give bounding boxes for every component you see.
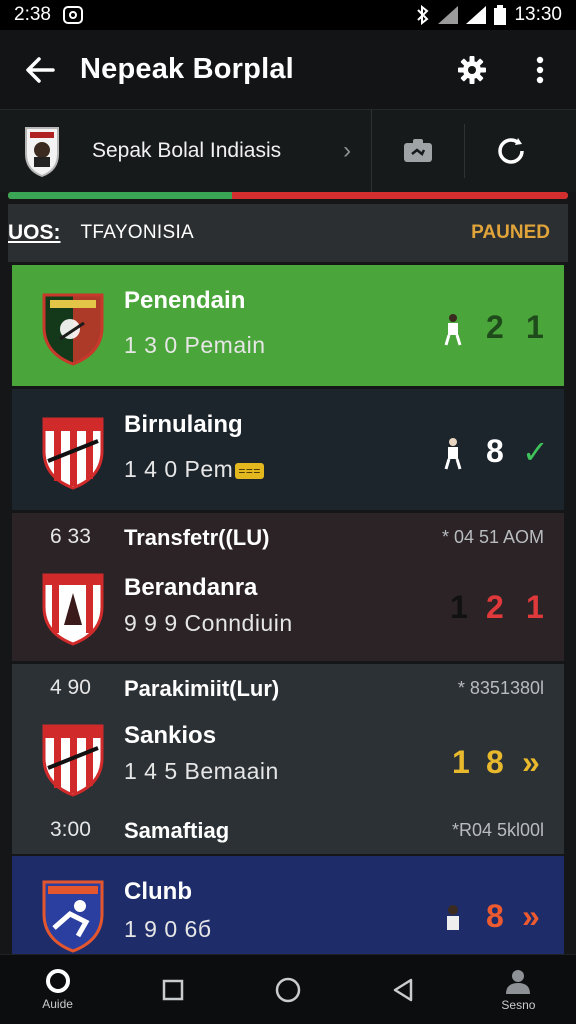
event-timestamp: * 04 51 AOM	[441, 527, 544, 547]
ticket-icon: ===	[235, 462, 264, 479]
player-icon	[444, 438, 462, 470]
nav-home[interactable]: Auide	[0, 955, 115, 1024]
score-home: 8	[486, 898, 504, 934]
team-subtitle: 1 3 0 Pemain	[124, 332, 266, 358]
team-subtitle: 1 4 0 Pem ===	[124, 456, 264, 483]
team-subtitle: 9 9 9 Conndiuin	[124, 610, 293, 636]
team-name: Berandanra	[124, 574, 258, 601]
league-selector[interactable]: Sepak Bolal Indiasis ›	[0, 110, 576, 192]
event-label: Parakimiit(Lur)	[124, 676, 280, 701]
wifi-signal-icon	[438, 6, 459, 24]
arrow-back-icon	[26, 56, 55, 83]
expand-chevron-icon[interactable]: »	[522, 898, 540, 935]
matchday-name: TFAYONISIA	[80, 222, 195, 243]
progress-fill	[8, 192, 232, 199]
circle-home-icon	[45, 969, 70, 993]
bluetooth-icon	[417, 5, 429, 25]
nav-profile[interactable]: Sesno	[461, 955, 576, 1024]
score-away: 1	[526, 309, 544, 345]
nav-system-home[interactable]	[230, 955, 345, 1024]
player-icon	[444, 314, 462, 346]
team-name: Penendain	[124, 287, 246, 314]
refresh-icon	[498, 138, 524, 164]
club-crest	[42, 573, 104, 646]
matchday-code: UOS:	[8, 221, 61, 244]
league-name: Sepak Bolal Indiasis	[92, 139, 282, 162]
nav-home-label: Auide	[42, 997, 73, 1011]
status-clock: 13:30	[514, 4, 562, 25]
score-away: 8	[486, 744, 504, 780]
team-subtitle-text: 1 4 0 Pem	[124, 456, 234, 482]
chevron-right-icon: ›	[343, 137, 352, 164]
team-subtitle: 1 9 0 6б	[124, 916, 212, 942]
team-name: Birnulaing	[124, 411, 243, 438]
more-vert-icon	[536, 56, 544, 83]
score-lead: 1	[450, 589, 468, 625]
team-name: Sankios	[124, 722, 217, 749]
match-card[interactable]: Penendain 1 3 0 Pemain 2 1	[12, 265, 564, 386]
event-timestamp: * 8351380l	[457, 678, 544, 698]
nav-back[interactable]	[346, 955, 461, 1024]
club-crest	[42, 880, 104, 953]
club-crest	[42, 417, 104, 490]
team-name: Clunb	[124, 878, 192, 905]
player-icon	[447, 905, 459, 930]
status-bar: 2:38 13:30	[0, 0, 576, 30]
share-screen-icon	[404, 139, 433, 162]
match-card[interactable]: 6 33 Transfetr((LU) * 04 51 AOM Berandan…	[12, 513, 564, 661]
event-label: Samaftiag	[124, 818, 230, 843]
match-card[interactable]: 4 90 Parakimiit(Lur) * 8351380l Sankios …	[12, 664, 564, 854]
share-button[interactable]	[372, 110, 464, 192]
score-home: 2	[486, 309, 504, 345]
app-bar: Nepeak Borplal	[0, 30, 576, 110]
team-subtitle: 1 4 5 Bemaain	[124, 758, 279, 784]
settings-button[interactable]	[440, 30, 504, 110]
club-crest	[42, 724, 104, 797]
notification-app-icon	[62, 6, 83, 24]
expand-chevron-icon[interactable]: »	[522, 744, 540, 781]
status-time: 2:38	[14, 4, 51, 25]
score-home: 2	[486, 589, 504, 625]
circle-icon	[275, 977, 301, 1002]
bottom-navigation: Auide Sesno	[0, 954, 576, 1024]
nav-profile-label: Sesno	[501, 998, 536, 1012]
event-time: 6 33	[50, 525, 91, 548]
nav-recents[interactable]	[115, 955, 230, 1024]
club-crest	[42, 293, 104, 366]
battery-icon	[494, 5, 507, 25]
score-home: 1	[452, 744, 470, 780]
status-badge: PAUNED	[471, 222, 550, 243]
triangle-back-icon	[393, 978, 413, 1001]
more-options-button[interactable]	[504, 30, 576, 110]
matchday-progress	[8, 192, 568, 199]
score-home: 8	[486, 433, 504, 469]
person-icon	[506, 970, 531, 994]
match-card[interactable]: Clunb 1 9 0 6б 8 »	[12, 856, 564, 954]
score-away: 1	[526, 589, 544, 625]
cell-signal-icon	[466, 6, 487, 24]
refresh-button[interactable]	[465, 110, 557, 192]
matchday-header: UOS: TFAYONISIA PAUNED	[8, 204, 568, 262]
league-logo	[25, 127, 59, 178]
gear-icon	[458, 55, 486, 84]
event-label: Transfetr((LU)	[124, 525, 270, 550]
event-timestamp: *R04 5kl00l	[451, 820, 544, 840]
page-title: Nepeak Borplal	[80, 53, 294, 85]
match-card[interactable]: Birnulaing 1 4 0 Pem === 8 ✓	[12, 389, 564, 510]
check-icon: ✓	[522, 434, 549, 470]
event-time: 4 90	[50, 676, 91, 699]
event-time: 3:00	[50, 818, 91, 841]
square-recents-icon	[162, 979, 184, 1000]
back-button[interactable]	[0, 30, 80, 110]
